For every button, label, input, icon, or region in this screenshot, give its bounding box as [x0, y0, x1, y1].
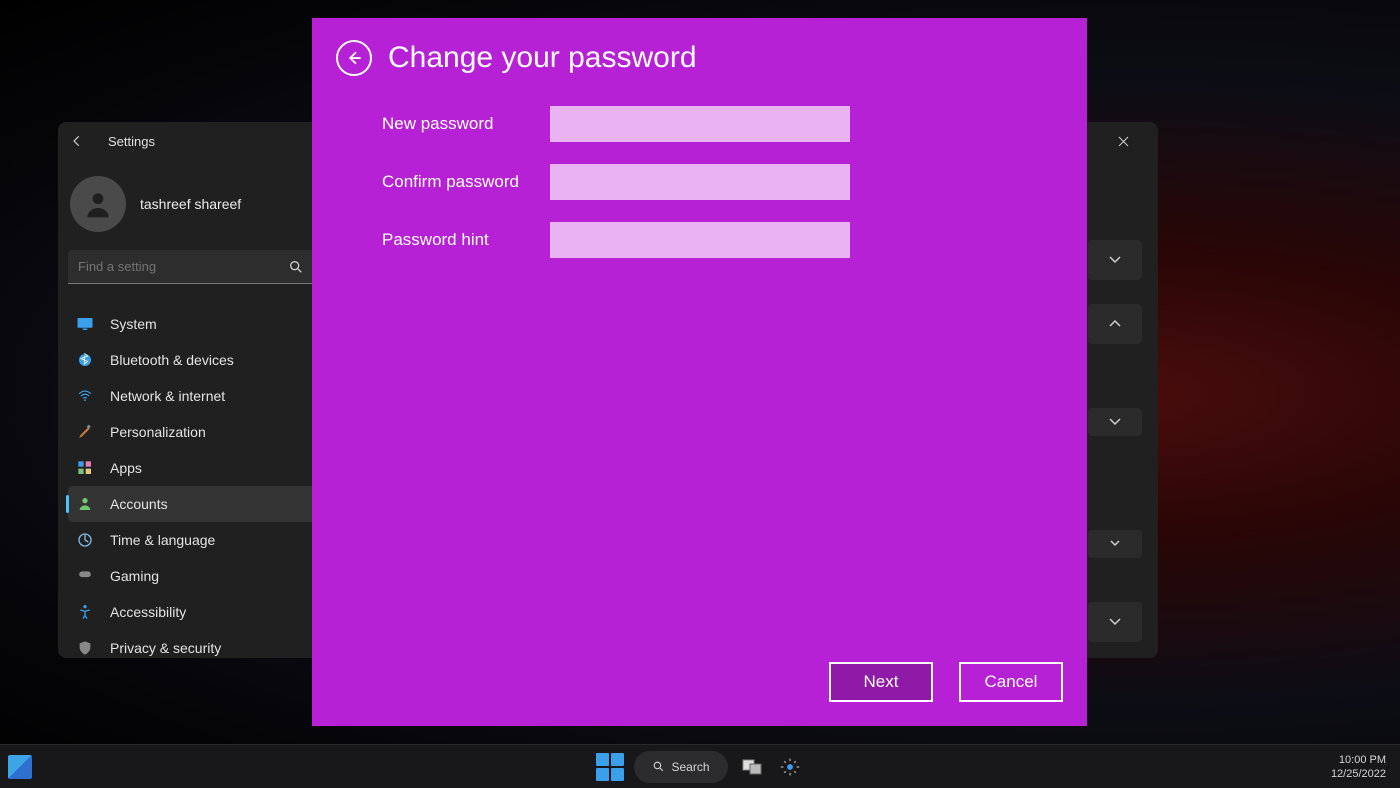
new-password-label: New password [382, 114, 550, 134]
modal-title: Change your password [388, 41, 697, 75]
username-label: tashreef shareef [140, 196, 241, 212]
new-password-input[interactable] [550, 106, 850, 142]
taskbar-task-view[interactable] [738, 753, 766, 781]
wifi-icon [76, 387, 94, 405]
next-button-label: Next [864, 672, 899, 692]
sidebar-item-gaming[interactable]: Gaming [68, 558, 318, 594]
widgets-button[interactable] [8, 755, 32, 779]
sidebar-item-time-language[interactable]: Time & language [68, 522, 318, 558]
user-profile-row[interactable]: tashreef shareef [68, 170, 318, 250]
titlebar-back-button[interactable] [70, 134, 90, 148]
person-icon [76, 495, 94, 513]
taskbar-settings-app[interactable] [776, 753, 804, 781]
sidebar-item-system[interactable]: System [68, 306, 318, 342]
password-hint-label: Password hint [382, 230, 550, 250]
shield-icon [76, 639, 94, 657]
panel-expander-2[interactable] [1088, 304, 1142, 344]
cancel-button-label: Cancel [985, 672, 1038, 692]
chevron-up-icon [1108, 317, 1122, 331]
confirm-password-input[interactable] [550, 164, 850, 200]
modal-header: Change your password [312, 18, 1087, 84]
settings-nav: System Bluetooth & devices Network & int… [68, 306, 318, 658]
globe-clock-icon [76, 531, 94, 549]
sidebar-item-personalization[interactable]: Personalization [68, 414, 318, 450]
sidebar-item-accounts[interactable]: Accounts [68, 486, 318, 522]
sidebar-item-label: Gaming [110, 568, 159, 584]
sidebar-item-privacy[interactable]: Privacy & security [68, 630, 318, 658]
start-button[interactable] [596, 753, 624, 781]
sidebar-item-label: Personalization [110, 424, 206, 440]
settings-window-title: Settings [108, 134, 155, 149]
window-close-button[interactable] [1100, 126, 1146, 156]
sidebar-item-accessibility[interactable]: Accessibility [68, 594, 318, 630]
paintbrush-icon [76, 423, 94, 441]
panel-expander-3[interactable] [1088, 408, 1142, 436]
settings-search-box[interactable] [68, 250, 314, 284]
sidebar-item-label: Accounts [110, 496, 168, 512]
panel-expander-1[interactable] [1088, 240, 1142, 280]
chevron-down-icon [1109, 538, 1121, 550]
apps-icon [76, 459, 94, 477]
sidebar-item-label: System [110, 316, 157, 332]
taskbar-search[interactable]: Search [634, 751, 728, 783]
sidebar-item-label: Privacy & security [110, 640, 221, 656]
sidebar-item-bluetooth[interactable]: Bluetooth & devices [68, 342, 318, 378]
change-password-modal: Change your password New password Confir… [312, 18, 1087, 726]
sidebar-item-label: Network & internet [110, 388, 225, 404]
sidebar-item-label: Bluetooth & devices [110, 352, 234, 368]
password-form: New password Confirm password Password h… [312, 84, 1087, 258]
gear-icon [780, 757, 800, 777]
chevron-down-icon [1108, 615, 1122, 629]
panel-expander-5[interactable] [1088, 602, 1142, 642]
arrow-left-icon [345, 49, 363, 67]
search-icon [652, 760, 665, 773]
sidebar-item-apps[interactable]: Apps [68, 450, 318, 486]
next-button[interactable]: Next [829, 662, 933, 702]
modal-back-button[interactable] [336, 40, 372, 76]
accessibility-icon [76, 603, 94, 621]
taskbar: Search 10:00 PM 12/25/2022 [0, 744, 1400, 788]
settings-sidebar: tashreef shareef System Bluetooth & devi… [58, 160, 328, 658]
taskbar-search-label: Search [671, 760, 709, 774]
search-input[interactable] [78, 259, 288, 274]
sidebar-item-label: Time & language [110, 532, 215, 548]
taskbar-time: 10:00 PM [1331, 753, 1386, 767]
panel-expander-4[interactable] [1088, 530, 1142, 558]
taskbar-clock[interactable]: 10:00 PM 12/25/2022 [1331, 753, 1392, 781]
confirm-password-label: Confirm password [382, 172, 550, 192]
password-hint-input[interactable] [550, 222, 850, 258]
sidebar-item-label: Accessibility [110, 604, 186, 620]
avatar [70, 176, 126, 232]
sidebar-item-label: Apps [110, 460, 142, 476]
monitor-icon [76, 315, 94, 333]
gamepad-icon [76, 567, 94, 585]
sidebar-item-network[interactable]: Network & internet [68, 378, 318, 414]
cancel-button[interactable]: Cancel [959, 662, 1063, 702]
taskbar-date: 12/25/2022 [1331, 767, 1386, 781]
chevron-down-icon [1108, 253, 1122, 267]
bluetooth-icon [76, 351, 94, 369]
chevron-down-icon [1108, 415, 1122, 429]
search-icon [288, 259, 304, 275]
